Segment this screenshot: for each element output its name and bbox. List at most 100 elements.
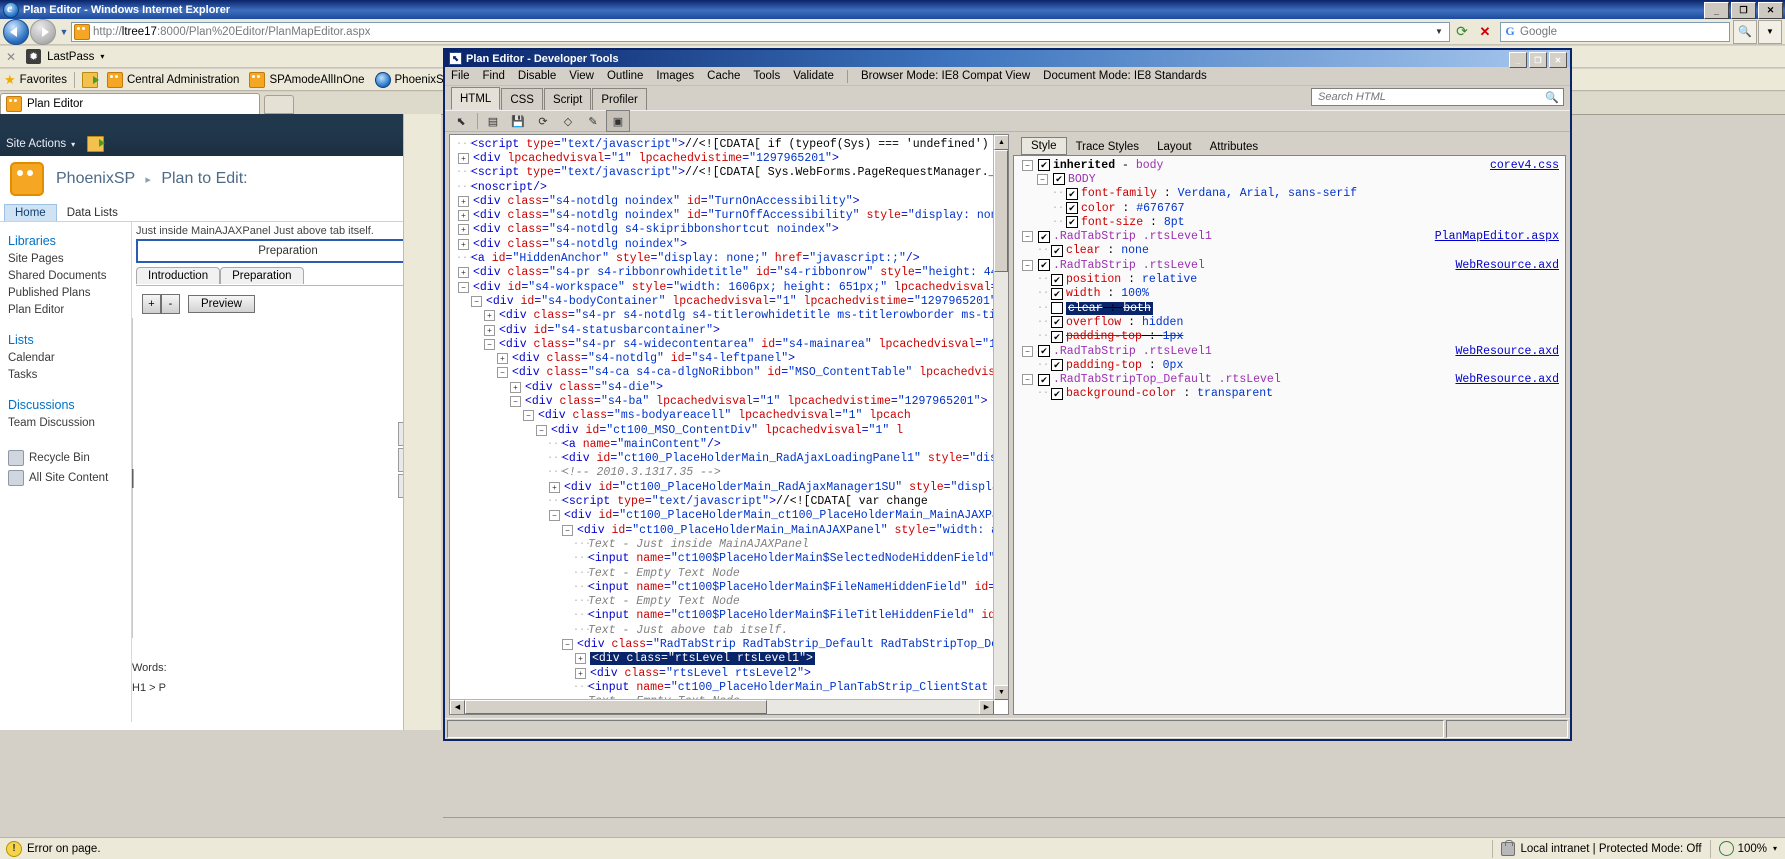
new-tab-button[interactable]	[264, 95, 294, 114]
quicklaunch-recycle-bin[interactable]: Recycle Bin	[8, 450, 131, 466]
tree-horizontal-scrollbar[interactable]: ◀ ▶	[450, 699, 994, 714]
outline-icon[interactable]: ▣	[606, 110, 630, 132]
close-button[interactable]: ✕	[1758, 2, 1783, 19]
zoom-caret-icon[interactable]: ▾	[1773, 844, 1777, 853]
html-tree-pane[interactable]: ···<script type="text/javascript">//<![C…	[449, 134, 1009, 715]
menu-disable[interactable]: Disable	[518, 70, 556, 82]
quicklaunch-team-discussion[interactable]: Team Discussion	[8, 417, 131, 429]
stylesheet-source-link[interactable]: corev4.css	[1490, 159, 1559, 172]
collapse-node-icon[interactable]: −	[484, 339, 495, 350]
html-tree-node[interactable]: −<div class="s4-ca s4-ca-dlgNoRibbon" id…	[450, 366, 1008, 380]
quicklaunch-site-pages[interactable]: Site Pages	[8, 253, 131, 265]
preview-button[interactable]: Preview	[188, 295, 255, 313]
collapse-node-icon[interactable]: −	[458, 282, 469, 293]
expand-node-icon[interactable]: +	[484, 310, 495, 321]
html-tree-node[interactable]: ···Text - Empty Text Node	[450, 566, 1008, 580]
rule-enabled-checkbox[interactable]: ✔	[1051, 274, 1063, 286]
html-tree-node[interactable]: ···<a id="HiddenAnchor" style="display: …	[450, 251, 1008, 265]
rule-enabled-checkbox[interactable]: ✔	[1038, 259, 1050, 271]
html-tree-node[interactable]: −<div id="s4-workspace" style="width: 16…	[450, 280, 1008, 294]
rule-enabled-checkbox[interactable]: ✔	[1038, 374, 1050, 386]
save-icon[interactable]: 💾	[506, 110, 530, 132]
scroll-left-arrow-icon[interactable]: ◀	[450, 700, 465, 715]
back-button[interactable]	[3, 19, 29, 45]
clear-browser-cache-icon[interactable]: ▤	[481, 110, 505, 132]
refresh-icon[interactable]: ⟳	[531, 110, 555, 132]
style-tab-style[interactable]: Style	[1021, 137, 1067, 155]
collapse-node-icon[interactable]: −	[562, 639, 573, 650]
menu-tools[interactable]: Tools	[753, 70, 780, 82]
rule-enabled-checkbox[interactable]: ✔	[1051, 245, 1063, 257]
html-tree-node[interactable]: +<div class="s4-pr s4-notdlg s4-titlerow…	[450, 309, 1008, 323]
expand-node-icon[interactable]: +	[458, 267, 469, 278]
search-box[interactable]: G Google	[1500, 22, 1730, 42]
quicklaunch-group-libraries[interactable]: Libraries	[8, 234, 131, 248]
stop-button[interactable]: ✕	[1474, 21, 1496, 43]
style-rule-row[interactable]: ··✔width : 100%	[1014, 287, 1565, 301]
collapse-node-icon[interactable]: −	[536, 425, 547, 436]
expand-node-icon[interactable]: +	[549, 482, 560, 493]
style-rule-row[interactable]: ··✔font-size : 8pt	[1014, 215, 1565, 229]
html-tree-node[interactable]: ···<script type="text/javascript">//<![C…	[450, 494, 1008, 508]
html-tree-node[interactable]: +<div class="s4-notdlg" id="s4-leftpanel…	[450, 351, 1008, 365]
subtab-introduction[interactable]: Introduction	[136, 267, 220, 284]
html-tree-node[interactable]: −<div id="ct100_PlaceHolderMain_ct100_Pl…	[450, 509, 1008, 523]
html-tree-node[interactable]: ···Text - Just above tab itself.	[450, 623, 1008, 637]
expand-node-icon[interactable]: +	[458, 224, 469, 235]
expand-node-icon[interactable]: +	[575, 668, 586, 679]
html-tree-node[interactable]: −<div class="s4-ba" lpcachedvisval="1" l…	[450, 394, 1008, 408]
site-actions-label[interactable]: Site Actions	[6, 138, 66, 150]
collapse-node-icon[interactable]: −	[523, 410, 534, 421]
rule-enabled-checkbox[interactable]: ✔	[1051, 316, 1063, 328]
html-tree-node[interactable]: +<div id="ct100_PlaceHolderMain_RadAjaxM…	[450, 480, 1008, 494]
stylesheet-source-link[interactable]: PlanMapEditor.aspx	[1435, 230, 1559, 243]
quicklaunch-shared-documents[interactable]: Shared Documents	[8, 270, 131, 282]
favorite-central-administration[interactable]: Central Administration	[107, 72, 240, 88]
tree-hscroll-thumb[interactable]	[465, 700, 767, 714]
style-rule-row[interactable]: ··✔color : #676767	[1014, 201, 1565, 215]
search-html-box[interactable]: 🔍	[1311, 88, 1564, 106]
html-tree-node[interactable]: +<div class="rtsLevel rtsLevel1">	[450, 652, 1008, 666]
expand-node-icon[interactable]: +	[484, 325, 495, 336]
edit-icon[interactable]: ✎	[581, 110, 605, 132]
html-tree-node[interactable]: ···<!-- 2010.3.1317.35 -->	[450, 466, 1008, 480]
rule-enabled-checkbox[interactable]: ✔	[1038, 159, 1050, 171]
scroll-up-arrow-icon[interactable]: ▲	[994, 135, 1009, 150]
status-zone[interactable]: Local intranet | Protected Mode: Off	[1492, 840, 1709, 858]
style-rule-row[interactable]: ··✔overflow : hidden	[1014, 315, 1565, 329]
style-tab-layout[interactable]: Layout	[1148, 139, 1201, 155]
magnifier-icon[interactable]: 🔍	[1545, 91, 1559, 104]
menu-images[interactable]: Images	[656, 70, 694, 82]
favorite-phoenixsp[interactable]: PhoenixSP	[375, 72, 452, 88]
address-dropdown-icon[interactable]: ▼	[1431, 23, 1447, 41]
tree-vscroll-thumb[interactable]	[994, 150, 1008, 272]
devtools-minimize-button[interactable]: _	[1509, 52, 1527, 68]
style-rule-row[interactable]: −✔inherited - bodycorev4.css	[1014, 158, 1565, 172]
style-rule-row[interactable]: ··clear : both	[1014, 301, 1565, 315]
stylesheet-source-link[interactable]: WebResource.axd	[1455, 373, 1559, 386]
style-tab-attributes[interactable]: Attributes	[1201, 139, 1268, 155]
menu-outline[interactable]: Outline	[607, 70, 643, 82]
select-element-icon[interactable]: ⬉	[449, 110, 473, 132]
menu-view[interactable]: View	[569, 70, 594, 82]
tree-vertical-scrollbar[interactable]: ▲ ▼	[993, 135, 1008, 700]
tab-css[interactable]: CSS	[501, 88, 543, 110]
html-tree-node[interactable]: ···<div id="ct100_PlaceHolderMain_RadAja…	[450, 452, 1008, 466]
browser-mode-label[interactable]: Browser Mode: IE8 Compat View	[861, 70, 1030, 82]
rule-enabled-checkbox[interactable]: ✔	[1066, 202, 1078, 214]
quicklaunch-all-site-content[interactable]: All Site Content	[8, 470, 131, 486]
rule-enabled-checkbox[interactable]: ✔	[1051, 359, 1063, 371]
rule-enabled-checkbox[interactable]: ✔	[1053, 173, 1065, 185]
quicklaunch-tasks[interactable]: Tasks	[8, 369, 131, 381]
rule-enabled-checkbox[interactable]: ✔	[1051, 388, 1063, 400]
lastpass-icon[interactable]: ✹	[26, 49, 41, 64]
html-tree-node[interactable]: ···<input name="ct100$PlaceHolderMain$Fi…	[450, 580, 1008, 594]
lastpass-label[interactable]: LastPass	[47, 51, 94, 63]
html-tree-node[interactable]: ···<script type="text/javascript">//<![C…	[450, 166, 1008, 180]
style-rules-list[interactable]: −✔inherited - bodycorev4.css−✔BODY··✔fon…	[1013, 155, 1566, 715]
tab-profiler[interactable]: Profiler	[592, 88, 646, 110]
rad-tabstrip-level1[interactable]: Preparation	[136, 239, 440, 263]
subtab-preparation[interactable]: Preparation	[220, 267, 303, 284]
tab-html[interactable]: HTML	[451, 87, 500, 110]
warning-icon[interactable]: !	[6, 841, 22, 857]
